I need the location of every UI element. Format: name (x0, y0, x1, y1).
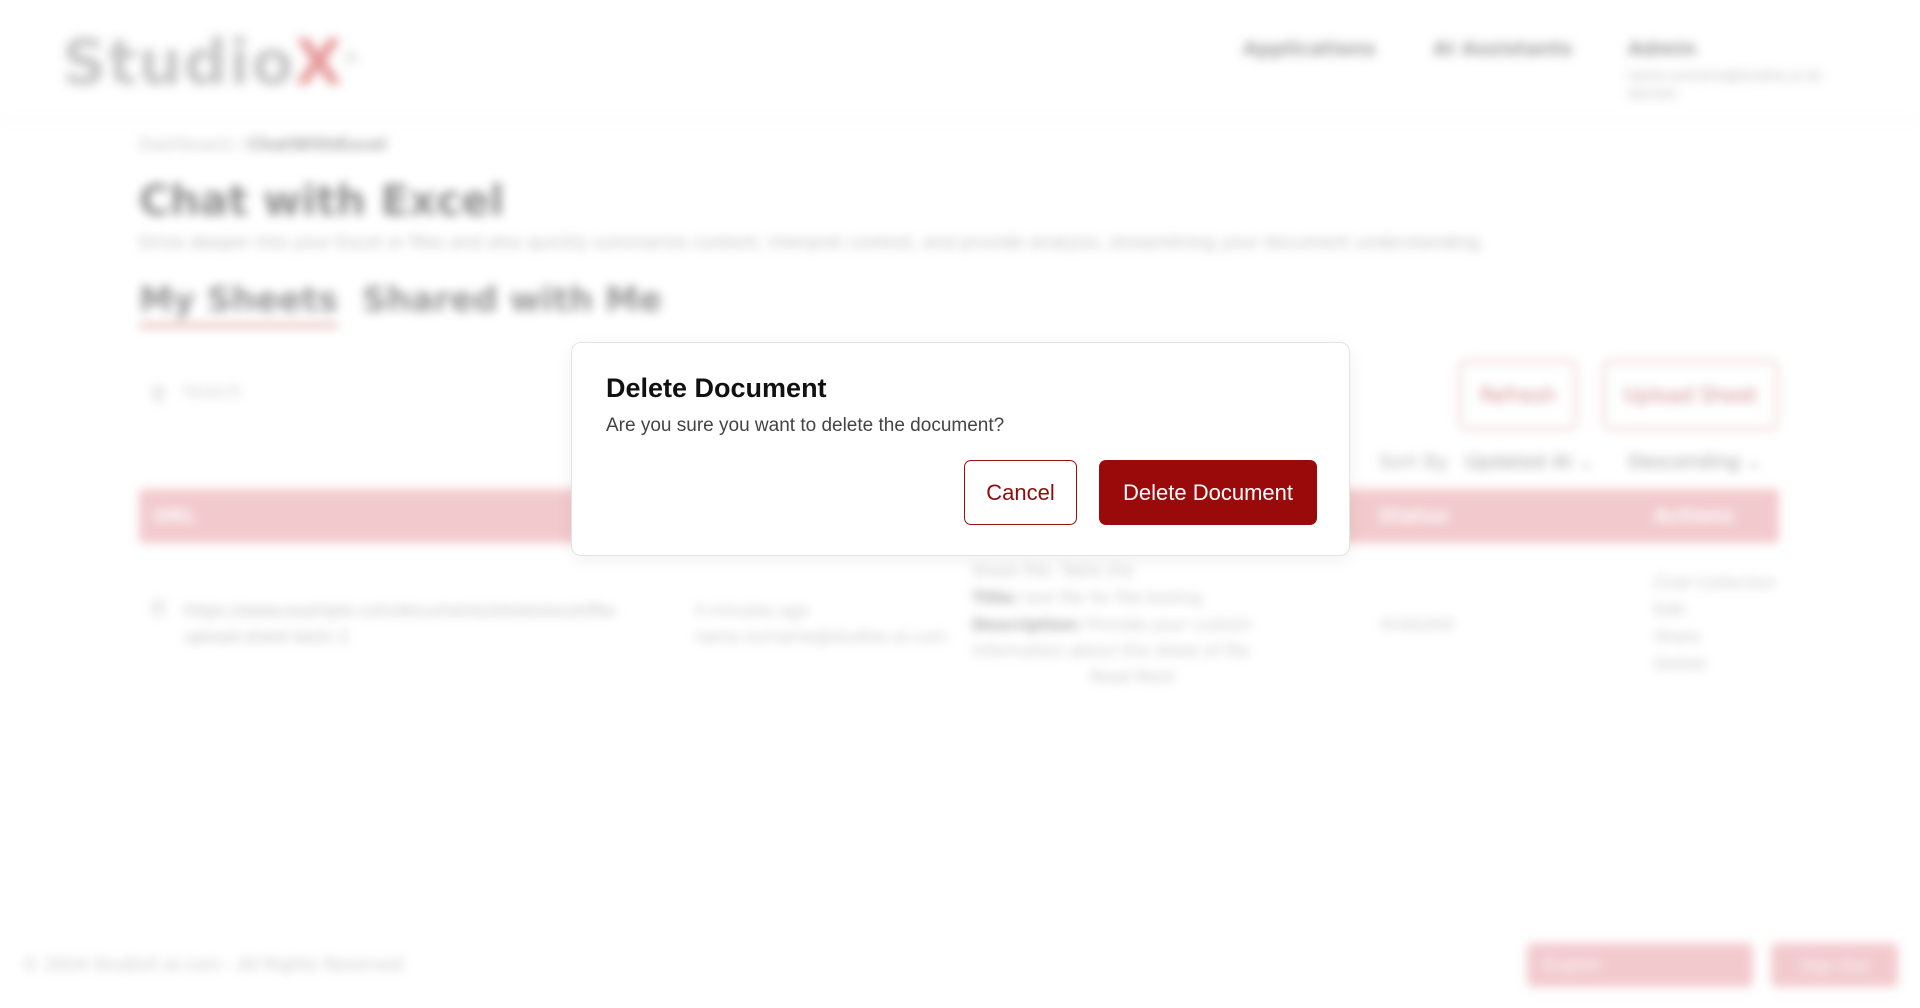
dialog-title: Delete Document (606, 373, 827, 403)
column-header-url: URL (153, 505, 196, 527)
action-share[interactable]: Share (1654, 624, 1700, 650)
document-meta-description: Description: Provide your custom informa… (972, 615, 1252, 660)
nav-applications[interactable]: Applications (1243, 38, 1376, 60)
tab-shared-with-me[interactable]: Shared with Me (362, 280, 662, 320)
document-url[interactable]: https://www.example.com/documents/sheet/… (184, 598, 674, 650)
nav-admin[interactable]: Admin (1628, 38, 1696, 60)
page-title: Chat with Excel (139, 176, 505, 225)
breadcrumb-root[interactable]: Dashboard (139, 135, 231, 155)
status-badge: Analyzed (1380, 614, 1454, 633)
document-meta-header: Sheet File: Table the (972, 561, 1134, 580)
action-edit[interactable]: Edit (1654, 597, 1685, 623)
top-navigation-bar: StudioX® Applications AI Assistants Admi… (0, 0, 1920, 118)
tab-my-sheets[interactable]: My Sheets (139, 280, 339, 327)
document-meta-title: Title: test file for file-testing (972, 588, 1202, 607)
delete-document-button[interactable]: Delete Document (1099, 460, 1317, 525)
search-input[interactable]: ⚲ Search (139, 370, 559, 420)
column-header-actions: Actions (1654, 505, 1734, 527)
chevron-down-icon: ⌄ (1745, 451, 1762, 473)
action-delete[interactable]: Delete (1654, 651, 1707, 677)
footer-copyright: © 2024 StudioX.ai.com - All Rights Reser… (22, 955, 403, 975)
refresh-button[interactable]: Refresh (1459, 360, 1577, 430)
dialog-message: Are you sure you want to delete the docu… (606, 415, 1005, 436)
upload-sheet-button[interactable]: Upload Sheet (1603, 360, 1778, 430)
breadcrumb-separator: / (236, 135, 243, 155)
delete-document-dialog: Delete Document Are you sure you want to… (571, 342, 1350, 556)
sort-by-label: Sort By (1379, 451, 1449, 473)
footer: © 2024 StudioX.ai.com - All Rights Reser… (0, 935, 1920, 995)
nav-ai-assistants[interactable]: AI Assistants (1433, 38, 1572, 60)
action-chat-collection[interactable]: Chat Collection (1654, 570, 1776, 596)
sign-out-button[interactable]: Sign Out (1771, 943, 1898, 987)
chevron-down-icon: ⌄ (1578, 451, 1594, 473)
language-select[interactable]: English (1527, 943, 1753, 987)
document-updated: 3 minutes ago (694, 601, 809, 620)
breadcrumb: Dashboard / ChatWithExcel (139, 135, 387, 155)
order-select[interactable]: Descending ⌄ (1628, 451, 1762, 473)
cancel-button[interactable]: Cancel (964, 460, 1077, 525)
admin-subtitle: name.surname@studiox.ai an domain (1628, 69, 1823, 102)
page-description: Drive deeper into your Excel or files an… (139, 233, 1485, 253)
column-header-status: Status (1379, 505, 1449, 527)
sort-by-select[interactable]: Updated At ⌄ (1465, 451, 1594, 473)
document-icon: 🗎 (150, 597, 167, 621)
studiox-logo: StudioX® (62, 26, 359, 99)
document-owner: name.surname@studiox.ai.com (694, 627, 948, 646)
search-icon: ⚲ (151, 382, 166, 406)
breadcrumb-current: ChatWithExcel (247, 135, 387, 155)
search-placeholder: Search (183, 382, 242, 402)
read-more-link[interactable]: Read More (1090, 664, 1175, 690)
